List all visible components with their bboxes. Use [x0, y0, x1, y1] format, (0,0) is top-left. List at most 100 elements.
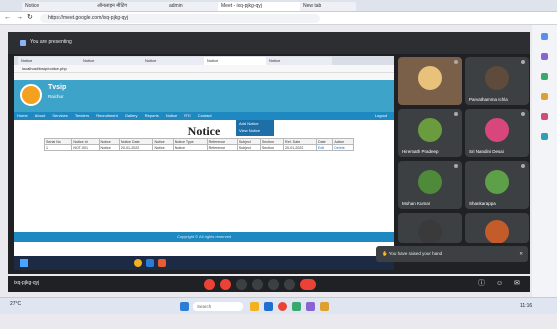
sidebar-app-icon[interactable]: [541, 133, 548, 140]
participant-video: [418, 66, 442, 90]
pin-icon[interactable]: [521, 112, 525, 116]
notice-table: Serial No Notice Id Notice Notice Date N…: [43, 138, 354, 151]
participant-name: Sri Nandini Desai: [469, 149, 504, 154]
nav-item-reports[interactable]: Reports: [142, 112, 162, 120]
pin-icon[interactable]: [454, 164, 458, 168]
avatar: [418, 118, 442, 142]
participant-tile[interactable]: Mohan Kumar: [398, 161, 462, 209]
browser-side-panel: [532, 25, 557, 297]
edge-icon[interactable]: [264, 302, 273, 311]
hand-icon: ✋: [382, 251, 389, 256]
pin-icon[interactable]: [454, 60, 458, 64]
app-icon[interactable]: [292, 302, 301, 311]
outer-address-bar[interactable]: https://meet.google.com/ixq-pjkg-qyj: [40, 14, 320, 23]
inner-tab[interactable]: Notice: [80, 57, 146, 65]
present-banner-text: You are presenting: [30, 39, 72, 45]
sidebar-app-icon[interactable]: [541, 53, 548, 60]
windows-start-icon[interactable]: [180, 302, 189, 311]
avatar: [485, 170, 509, 194]
avatar: [485, 66, 509, 90]
nav-item-notice[interactable]: Notice: [163, 112, 180, 120]
participant-tile[interactable]: [465, 213, 529, 243]
more-options-icon[interactable]: [284, 279, 295, 290]
present-icon: [20, 40, 26, 46]
raise-hand-icon[interactable]: [252, 279, 263, 290]
inner-tab[interactable]: Notice: [142, 57, 208, 65]
inner-tab[interactable]: Notice: [266, 57, 332, 65]
app-icon[interactable]: [158, 259, 166, 267]
pin-icon[interactable]: [454, 112, 458, 116]
reload-icon[interactable]: ↻: [27, 14, 35, 22]
outer-browser-tab-bar: Notice ऑनलाइन मीटिंग admin Meet - ixq-pj…: [0, 0, 557, 12]
inner-tab[interactable]: Notice: [18, 57, 84, 65]
nav-item-recruitment[interactable]: Recruitment: [93, 112, 121, 120]
file-explorer-icon[interactable]: [250, 302, 259, 311]
inner-tab-active[interactable]: Notice: [204, 57, 270, 65]
weather-widget[interactable]: 27°C: [10, 301, 21, 307]
participant-tile[interactable]: Hiremath Pradeep: [398, 109, 462, 157]
raised-hand-notification[interactable]: ✋ You have raised your hand ✕: [376, 246, 528, 262]
captions-icon[interactable]: [236, 279, 247, 290]
outer-tab[interactable]: New tab: [300, 2, 356, 11]
chat-icon[interactable]: ✉: [514, 279, 524, 289]
sidebar-app-icon[interactable]: [541, 113, 548, 120]
clock[interactable]: 11:16: [520, 303, 532, 309]
table-cell: NOT-001: [71, 144, 100, 151]
participant-tile[interactable]: Parvathamma Ichla: [465, 57, 529, 105]
table-row: 1 NOT-001 Notice 20-01-2022 Notice Notic…: [43, 144, 354, 151]
inner-bookmarks-bar: [14, 73, 394, 80]
participant-tile-self[interactable]: [398, 57, 462, 105]
table-cell: Notice: [98, 144, 120, 151]
pin-icon[interactable]: [521, 164, 525, 168]
mic-icon[interactable]: [204, 279, 215, 290]
sidebar-app-icon[interactable]: [541, 73, 548, 80]
close-icon[interactable]: ✕: [519, 246, 523, 262]
present-icon[interactable]: [268, 279, 279, 290]
outer-tab[interactable]: Notice: [22, 2, 98, 11]
shared-screen: Notice Notice Notice Notice Notice local…: [14, 56, 394, 270]
nav-item-home[interactable]: Home: [14, 112, 31, 120]
sidebar-app-icon[interactable]: [541, 33, 548, 40]
chrome-icon[interactable]: [278, 302, 287, 311]
app-icon[interactable]: [320, 302, 329, 311]
edge-icon[interactable]: [146, 259, 154, 267]
nav-item-tenders[interactable]: Tenders: [72, 112, 92, 120]
pin-icon[interactable]: [521, 60, 525, 64]
chrome-icon[interactable]: [134, 259, 142, 267]
outer-tab-active[interactable]: Meet - ixq-pjkg-qyj: [218, 2, 304, 11]
nav-item-contact[interactable]: Contact: [195, 112, 215, 120]
avatar: [418, 220, 442, 243]
table-cell: 20-01-2022: [283, 144, 317, 151]
participant-name: Parvathamma Ichla: [469, 97, 508, 102]
participant-tile[interactable]: Shankarappa: [465, 161, 529, 209]
inner-address-bar[interactable]: localhost/tvsip/notice.php: [14, 65, 394, 73]
nav-item-logout[interactable]: Logout: [372, 112, 390, 120]
outer-tab[interactable]: admin: [166, 2, 222, 11]
avatar: [485, 118, 509, 142]
participant-tile[interactable]: [398, 213, 462, 243]
site-subtitle: Raichur: [48, 94, 64, 99]
nav-item-about[interactable]: About: [32, 112, 48, 120]
table-cell: Notice: [172, 144, 208, 151]
people-icon[interactable]: ☺: [496, 279, 506, 289]
back-icon[interactable]: ←: [4, 14, 12, 22]
delete-link[interactable]: Delete: [332, 144, 354, 151]
app-icon[interactable]: [306, 302, 315, 311]
forward-icon[interactable]: →: [16, 14, 24, 22]
search-input[interactable]: Search: [193, 302, 243, 311]
nav-item-services[interactable]: Services: [49, 112, 70, 120]
page-title: Notice: [187, 124, 221, 138]
inner-browser-tab-bar: Notice Notice Notice Notice Notice: [14, 56, 394, 65]
avatar: [485, 220, 509, 243]
outer-tab[interactable]: ऑनलाइन मीटिंग: [94, 2, 170, 11]
table-cell: Subject: [236, 144, 261, 151]
hang-up-button[interactable]: [300, 279, 316, 290]
edit-link[interactable]: Edit: [315, 144, 334, 151]
info-icon[interactable]: ⓘ: [478, 279, 488, 289]
participant-tile[interactable]: Sri Nandini Desai: [465, 109, 529, 157]
nav-item-gallery[interactable]: Gallery: [122, 112, 141, 120]
windows-start-icon[interactable]: [20, 259, 28, 267]
nav-item-rti[interactable]: RTI: [181, 112, 193, 120]
camera-icon[interactable]: [220, 279, 231, 290]
sidebar-app-icon[interactable]: [541, 93, 548, 100]
